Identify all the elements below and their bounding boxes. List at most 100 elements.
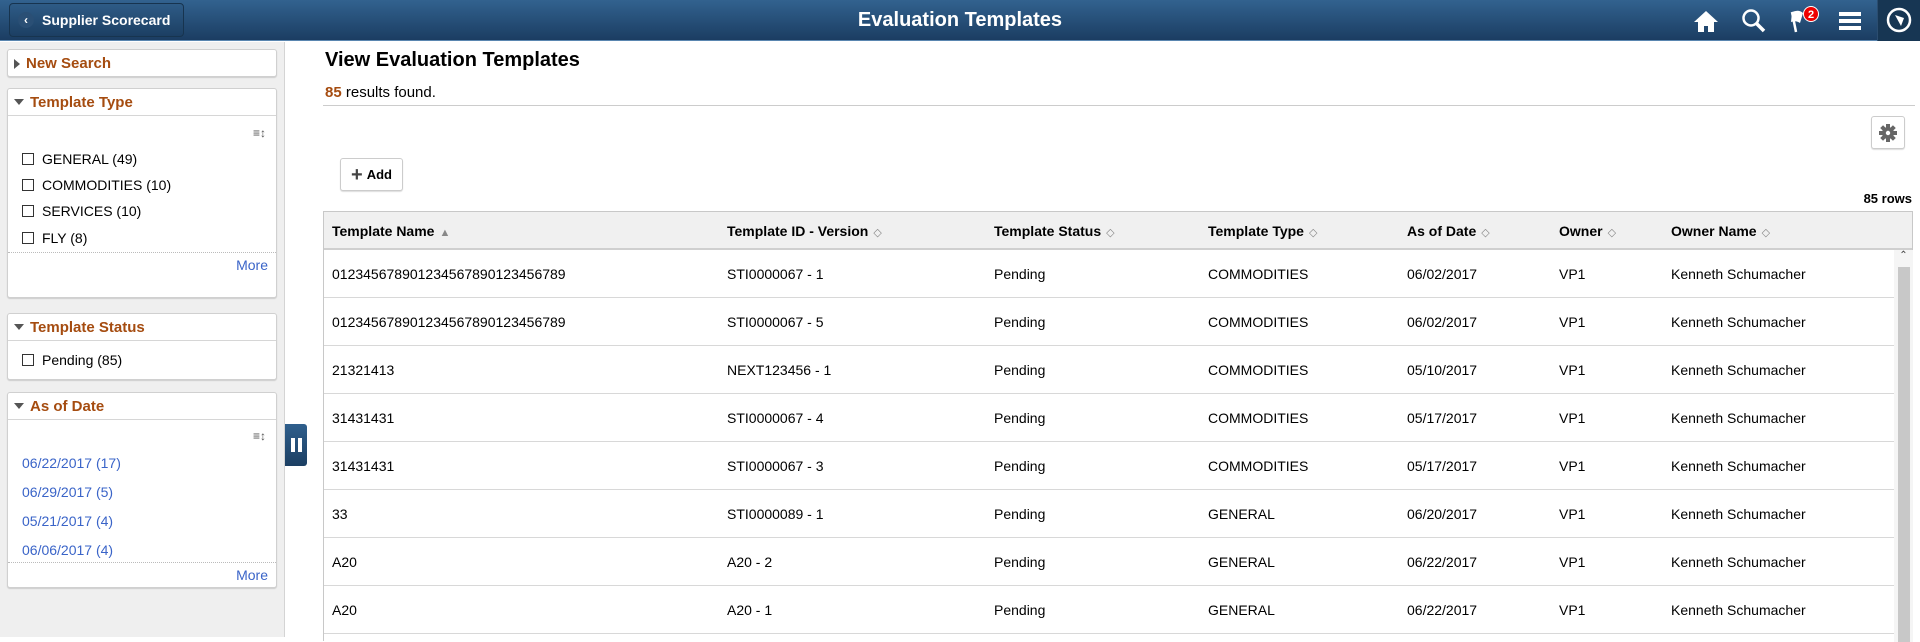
date-filter-link[interactable]: 06/22/2017 (17) [22,455,121,471]
table-cell: 06/20/2017 [1407,506,1478,522]
column-header-label: Template ID - Version [727,223,869,239]
template-type-toggle[interactable]: Template Type [8,89,276,116]
sort-icon: ◇ [1607,227,1617,239]
table-cell: 21321413 [332,362,395,378]
table-cell: Kenneth Schumacher [1671,314,1806,330]
notification-flag-icon[interactable]: 2 [1787,6,1819,36]
table-cell: STI0000067 - 3 [727,458,824,474]
table-cell: COMMODITIES [1208,362,1309,378]
table-row[interactable]: 012345678901234567890123456789 STI0000067… [324,250,1894,298]
facet-checkbox[interactable]: FLY (8) [22,230,87,246]
table-row[interactable]: A20 A20 - 2 Pending GENERAL 06/22/2017 VP1 Ken… [324,538,1894,586]
grid-settings-button[interactable] [1871,116,1905,149]
more-link[interactable]: More [8,252,276,277]
results-count: 85 [325,84,342,101]
facet-label: Pending (85) [42,352,123,368]
table-cell: STI0000089 - 1 [727,506,824,522]
new-search-toggle[interactable]: New Search [8,50,276,77]
table-row[interactable]: 21321413 NEXT123456 - 1 Pending COMMODITIES… [324,346,1894,394]
sort-icon: ◇ [1761,227,1771,239]
home-icon[interactable] [1691,6,1721,36]
scroll-up-icon[interactable]: ⌃ [1894,250,1913,266]
table-cell: 012345678901234567890123456789 [332,314,566,330]
notification-badge: 2 [1803,6,1819,22]
table-cell: Pending [994,506,1046,522]
date-filter-link[interactable]: 06/06/2017 (4) [22,542,113,558]
search-icon[interactable] [1739,6,1769,36]
column-header[interactable]: Owner ◇ [1559,223,1616,239]
results-text: results found. [341,84,436,101]
table-cell: GENERAL [1208,554,1275,570]
navbar-compass-icon [1884,5,1914,35]
column-header[interactable]: Owner Name ◇ [1671,223,1770,239]
vertical-scrollbar[interactable]: ⌃ [1894,250,1913,642]
checkbox-icon [22,179,34,191]
template-type-facet: Template Type ≡↕ GENERAL (49) COMMODITIE… [7,88,277,298]
column-header[interactable]: Template ID - Version ◇ [727,223,882,239]
add-button[interactable]: + Add [340,158,403,191]
table-cell: Kenneth Schumacher [1671,410,1806,426]
column-header-label: Owner [1559,223,1603,239]
sort-icon: ◇ [1106,227,1115,239]
table-row[interactable]: A20 A20 - 1 Pending GENERAL 06/22/2017 VP1 Ken… [324,586,1894,634]
table-cell: Kenneth Schumacher [1671,266,1806,282]
facet-checkbox[interactable]: SERVICES (10) [22,203,141,219]
as-of-date-facet: As of Date ≡↕ 06/22/2017 (17) 06/29/2017… [7,392,277,588]
scrollbar-thumb[interactable] [1898,267,1910,642]
table-cell: 33 [332,506,348,522]
menu-icon[interactable] [1835,6,1865,36]
facet-title: As of Date [30,397,105,415]
table-cell: Pending [994,602,1046,618]
table-cell: Kenneth Schumacher [1671,458,1806,474]
table-cell: Pending [994,554,1046,570]
grid-header: Template Name ▲ Template ID - Version ◇ Temp… [324,212,1912,250]
sort-icon[interactable]: ≡↕ [253,429,266,443]
table-cell: VP1 [1559,458,1586,474]
page-title: View Evaluation Templates [325,49,580,71]
facet-checkbox[interactable]: GENERAL (49) [22,151,137,167]
column-header[interactable]: Template Status ◇ [994,223,1115,239]
column-header[interactable]: Template Name ▲ [332,223,450,239]
table-cell: A20 [332,554,357,570]
table-cell: Pending [994,314,1046,330]
as-of-date-toggle[interactable]: As of Date [8,393,276,420]
table-row[interactable]: 31431431 STI0000067 - 3 Pending COMMODITIES… [324,442,1894,490]
table-cell: 05/17/2017 [1407,410,1478,426]
date-filter-link[interactable]: 06/29/2017 (5) [22,484,113,500]
table-cell: 06/22/2017 [1407,554,1478,570]
column-header-label: Template Status [994,223,1102,239]
divider [323,105,1915,106]
page-header-title: Evaluation Templates [857,9,1063,31]
plus-icon: + [351,163,363,186]
table-cell: VP1 [1559,410,1586,426]
table-row[interactable]: 31431431 STI0000067 - 4 Pending COMMODITIES… [324,394,1894,442]
facet-checkbox[interactable]: COMMODITIES (10) [22,177,171,193]
facet-checkbox[interactable]: Pending (85) [22,352,122,368]
sort-icon: ◇ [1481,227,1490,239]
sort-icon[interactable]: ≡↕ [253,126,266,140]
table-cell: STI0000067 - 4 [727,410,824,426]
more-link[interactable]: More [8,562,276,587]
checkbox-icon [22,354,34,366]
column-header[interactable]: Template Type ◇ [1208,223,1317,239]
template-status-toggle[interactable]: Template Status [8,314,276,341]
navbar-button[interactable] [1877,0,1920,41]
table-row[interactable]: 012345678901234567890123456789 STI0000067… [324,298,1894,346]
column-header-label: As of Date [1407,223,1477,239]
template-status-facet: Template Status Pending (85) [7,313,277,380]
results-summary: 85 results found. [325,84,436,101]
table-cell: STI0000067 - 5 [727,314,824,330]
collapse-sidebar-handle[interactable] [285,424,307,466]
table-cell: VP1 [1559,554,1586,570]
caret-right-icon [14,58,20,69]
table-cell: COMMODITIES [1208,266,1309,282]
table-cell: COMMODITIES [1208,314,1309,330]
table-cell: 06/22/2017 [1407,602,1478,618]
new-search-panel: New Search [7,49,277,77]
column-header-label: Template Name [332,223,435,239]
table-cell: 012345678901234567890123456789 [332,266,566,282]
column-header[interactable]: As of Date ◇ [1407,223,1490,239]
table-row[interactable]: 33 STI0000089 - 1 Pending GENERAL 06/20/2017… [324,490,1894,538]
date-filter-link[interactable]: 05/21/2017 (4) [22,513,113,529]
facet-label: SERVICES (10) [42,203,142,219]
